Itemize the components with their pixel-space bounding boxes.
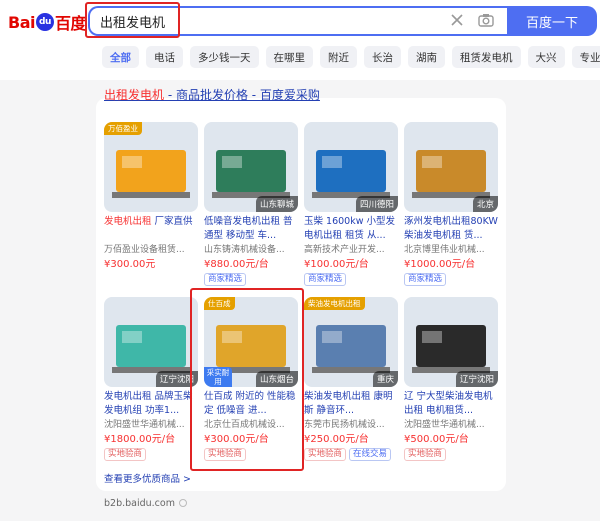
product-title[interactable]: 玉柴 1600kw 小型发电机出租 租赁 从...: [304, 215, 398, 243]
product-label: 实地验商: [404, 448, 447, 461]
product-labels: 实地验商: [104, 448, 198, 461]
product-title-highlight: 发电机出租: [104, 216, 152, 227]
shop-name[interactable]: 万佰盈业设备租赁...: [104, 243, 198, 257]
product-label: 商家精选: [304, 273, 347, 286]
baidu-logo[interactable]: Bai du 百度: [8, 10, 87, 34]
product-item[interactable]: 辽宁沈阳发电机出租 品牌玉柴发电机组 功率1... 沈阳盛世华通机械... ¥180…: [104, 297, 198, 461]
product-image[interactable]: 辽宁沈阳: [104, 297, 198, 387]
product-title[interactable]: 辽 宁大型柴油发电机出租 电机租赁...: [404, 390, 498, 418]
product-labels: 实地验商: [404, 448, 498, 461]
product-label: 商家精选: [204, 273, 247, 286]
result-title-rest: - 商品批发价格 - 百度爱采购: [164, 88, 320, 102]
shop-name[interactable]: 高新技术产业开发...: [304, 243, 398, 257]
product-location: 山东聊城: [255, 196, 298, 212]
filter-chip[interactable]: 附近: [320, 46, 357, 68]
product-title-text: 柴油发电机出租 康明斯 静音环...: [304, 391, 393, 416]
result-title-link[interactable]: 出租发电机 - 商品批发价格 - 百度爱采购: [104, 86, 320, 103]
product-item[interactable]: 万佰盈业 发电机出租 厂家直供 万佰盈业设备租赁... ¥300.00元: [104, 122, 198, 273]
info-icon[interactable]: [178, 499, 187, 507]
product-image[interactable]: 柴油发电机出租重庆: [304, 297, 398, 387]
camera-icon[interactable]: [477, 11, 495, 29]
product-labels: 实地验商 在线交易: [304, 448, 398, 461]
filter-chip[interactable]: 大兴: [527, 46, 565, 68]
shop-name[interactable]: 山东铸涛机械设备...: [204, 243, 298, 257]
filter-chip[interactable]: 全部: [102, 46, 139, 68]
product-brand-tag: 柴油发电机出租: [304, 297, 365, 310]
filter-chip[interactable]: 租赁发电机: [452, 46, 521, 68]
filter-chip[interactable]: 多少钱一天: [190, 46, 259, 68]
shop-name[interactable]: 沈阳盛世华通机械...: [404, 418, 498, 432]
product-title-text: 厂家直供: [151, 216, 193, 227]
product-price: ¥250.00元/台: [304, 434, 369, 445]
product-item[interactable]: 柴油发电机出租重庆柴油发电机出租 康明斯 静音环... 东莞市民扬机械设... ¥2…: [304, 297, 398, 461]
product-highlight-box: [190, 288, 304, 471]
product-image[interactable]: 北京: [404, 122, 498, 212]
product-image[interactable]: 万佰盈业: [104, 122, 198, 212]
page: Bai du 百度 百度一下 全部电话多少钱一天在哪里附近长治湖南租赁发电机大兴…: [0, 0, 600, 521]
filter-chip[interactable]: 在哪里: [265, 46, 313, 68]
source-url: b2b.baidu.com: [104, 498, 187, 509]
paw-icon: du: [35, 13, 54, 31]
product-item[interactable]: 四川德阳玉柴 1600kw 小型发电机出租 租赁 从... 高新技术产业开发...…: [304, 122, 398, 286]
product-title[interactable]: 发电机出租 品牌玉柴发电机组 功率1...: [104, 390, 198, 418]
product-item[interactable]: 辽宁沈阳辽 宁大型柴油发电机出租 电机租赁... 沈阳盛世华通机械... ¥500.…: [404, 297, 498, 461]
product-price: ¥100.00元/台: [304, 259, 369, 270]
product-title[interactable]: 低噪音发电机出租 普通型 移动型 车...: [204, 215, 298, 243]
filter-chip[interactable]: 电话: [146, 46, 183, 68]
product-title[interactable]: 涿州发电机出租80KW柴油发电机租 赁...: [404, 215, 498, 243]
product-label: 商家精选: [404, 273, 447, 286]
clear-icon[interactable]: [449, 12, 465, 28]
product-title-text: 涿州发电机出租80KW柴油发电机租 赁...: [404, 216, 498, 241]
header: Bai du 百度 百度一下 全部电话多少钱一天在哪里附近长治湖南租赁发电机大兴…: [0, 0, 600, 80]
more-products-link[interactable]: 查看更多优质商品 >: [104, 471, 191, 485]
filter-chip[interactable]: 湖南: [408, 46, 445, 68]
logo-bai: Bai: [8, 12, 35, 32]
product-labels: 商家精选: [304, 273, 398, 286]
product-title[interactable]: 发电机出租 厂家直供: [104, 215, 198, 243]
product-labels: 商家精选: [204, 273, 298, 286]
filter-chip[interactable]: 长治: [364, 46, 401, 68]
product-price: ¥500.00元/台: [404, 434, 469, 445]
product-title-text: 玉柴 1600kw 小型发电机出租 租赁 从...: [304, 216, 395, 241]
source-url-text: b2b.baidu.com: [104, 498, 175, 509]
product-image[interactable]: 四川德阳: [304, 122, 398, 212]
query-highlight-box: [85, 2, 180, 38]
generator-image: [104, 122, 198, 212]
shop-name[interactable]: 北京博里伟业机械...: [404, 243, 498, 257]
filter-chips: 全部 电话 多少钱一天 在哪里 附近 长治 湖南 租赁发电机 大兴 专业: [102, 46, 600, 68]
filter-chip[interactable]: 专业: [571, 46, 600, 68]
logo-baidu: 百度: [54, 14, 87, 33]
product-labels: 商家精选: [404, 273, 498, 286]
search-button[interactable]: 百度一下: [507, 6, 597, 36]
product-image[interactable]: 山东聊城: [204, 122, 298, 212]
product-price: ¥300.00元: [104, 259, 156, 270]
product-item[interactable]: 北京涿州发电机出租80KW柴油发电机租 赁... 北京博里伟业机械... ¥1000…: [404, 122, 498, 286]
product-item[interactable]: 山东聊城低噪音发电机出租 普通型 移动型 车... 山东铸涛机械设备... ¥880…: [204, 122, 298, 286]
product-title-text: 发电机出租 品牌玉柴发电机组 功率1...: [104, 391, 193, 416]
product-label: 实地验商: [304, 448, 347, 461]
product-price: ¥1800.00元/台: [104, 434, 176, 445]
product-title-text: 辽 宁大型柴油发电机出租 电机租赁...: [404, 391, 493, 416]
product-title[interactable]: 柴油发电机出租 康明斯 静音环...: [304, 390, 398, 418]
product-location: 重庆: [372, 371, 398, 387]
shop-name[interactable]: 东莞市民扬机械设...: [304, 418, 398, 432]
product-price: ¥1000.00元/台: [404, 259, 476, 270]
product-location: 辽宁沈阳: [455, 371, 498, 387]
product-price: ¥880.00元/台: [204, 259, 269, 270]
product-title-text: 低噪音发电机出租 普通型 移动型 车...: [204, 216, 293, 241]
shop-name[interactable]: 沈阳盛世华通机械...: [104, 418, 198, 432]
product-location: 北京: [472, 196, 498, 212]
product-location: 四川德阳: [355, 196, 398, 212]
result-title-highlight: 出租发电机: [104, 88, 165, 102]
product-brand-tag: 万佰盈业: [104, 122, 142, 135]
product-image[interactable]: 辽宁沈阳: [404, 297, 498, 387]
product-label: 实地验商: [104, 448, 147, 461]
product-label: 在线交易: [349, 448, 392, 461]
